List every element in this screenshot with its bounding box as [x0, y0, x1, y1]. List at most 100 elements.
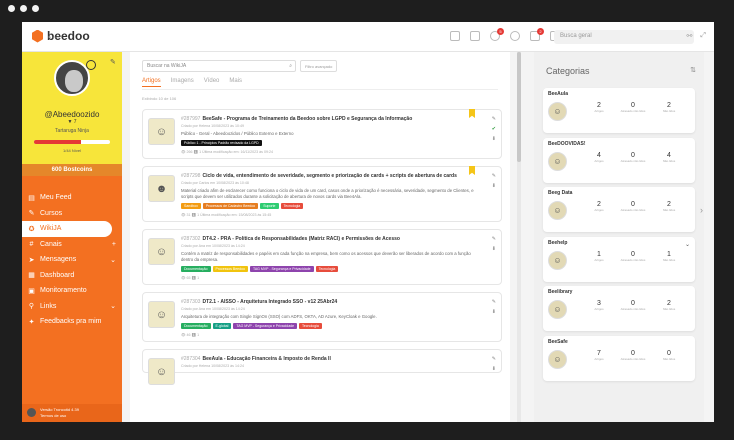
tag-badge[interactable]: Tecnologia — [299, 323, 322, 329]
category-bee-icon: ☺ — [548, 102, 567, 121]
article-heading: #287304 BeeAula - Educação Financeira & I… — [181, 356, 481, 362]
article-footer-stats: 👁 266 ⬇ 1 Última modificação em: 16/11/2… — [181, 150, 273, 154]
edit-icon[interactable]: ✎ — [492, 173, 496, 179]
grid-icon[interactable] — [470, 31, 480, 41]
stat-value: 2 — [597, 102, 601, 109]
tag-badge[interactable]: Documentação — [181, 323, 211, 329]
pin-icon[interactable]: ⬇ — [492, 366, 496, 372]
category-stat-artigos: 7 Artigos — [581, 350, 617, 361]
sidebar: ✎ @Abeedoozido ▼ 7 Tartaruga Ninja 1/44 … — [22, 52, 122, 422]
tag-badge[interactable]: E-global — [212, 323, 232, 329]
article-title[interactable]: BeeSafe - Programa de Treinamento da Bee… — [202, 116, 412, 122]
category-card[interactable]: Beehelp ☺ 1 Artigos 0 Atrasado não lidos 1 Não … — [543, 236, 695, 282]
layout-icon[interactable] — [450, 31, 460, 41]
article-card[interactable]: ☻ #287298 Ciclo de vida, entendimento de s… — [142, 166, 502, 222]
article-card[interactable]: ☺ #287303 DT2.1 - AISSO - Arquitetura Inte… — [142, 292, 502, 342]
pin-icon[interactable]: ⬇ — [492, 183, 496, 189]
wiki-search-input[interactable]: Buscar na WikiJA ⌕ — [142, 60, 296, 72]
edit-icon[interactable]: ✎ — [492, 356, 496, 362]
window-dot[interactable] — [8, 5, 15, 12]
sidebar-item-label: Monitoramento — [40, 287, 87, 295]
global-search-input[interactable]: Busca geral — [554, 30, 694, 44]
pin-icon[interactable]: ⬇ — [492, 136, 496, 142]
wiki-search-row: Buscar na WikiJA ⌕ Filtro avançado — [142, 60, 338, 72]
graduation-icon: ✎ — [28, 210, 35, 218]
window-dot[interactable] — [20, 5, 27, 12]
tab-mais[interactable]: Mais — [229, 78, 242, 87]
user-icon[interactable] — [510, 31, 520, 41]
article-title[interactable]: DT4.2 - PRA - Política de Responsabilida… — [202, 236, 399, 242]
sidebar-item-extra-icon[interactable]: ⌄ — [110, 256, 116, 264]
tag-badge[interactable]: Tecnologia — [280, 203, 304, 209]
tag-badge[interactable]: Público 1 - Princípios Padrão revisado d… — [181, 140, 262, 146]
pin-icon[interactable]: ⬇ — [492, 246, 496, 252]
category-stat-nao_lidos: 1 Não lidos — [651, 251, 687, 262]
tag-badge[interactable]: Suporte — [260, 203, 279, 209]
chevron-down-icon[interactable]: ⌄ — [685, 241, 690, 248]
sort-icon[interactable]: ⇅ — [690, 66, 696, 74]
tag-badge[interactable]: Processos Beedoo — [212, 266, 248, 272]
scrollbar-thumb[interactable] — [517, 52, 521, 162]
scrollbar[interactable] — [517, 52, 521, 422]
edit-profile-icon[interactable]: ✎ — [110, 58, 116, 66]
sidebar-item-wikija[interactable]: ✪ WikiJA — [22, 221, 112, 237]
article-card[interactable]: ☺ #287302 DT4.2 - PRA - Política de Respon… — [142, 229, 502, 285]
sidebar-item-feedbacks-pra-mim[interactable]: ✦ Feedbacks pra mim — [22, 314, 122, 330]
article-card[interactable]: ☺ #287997 BeeSafe - Programa de Treinament… — [142, 109, 502, 159]
article-thumbnail: ☺ — [148, 118, 175, 145]
sidebar-item-links[interactable]: ⚲ Links ⌄ — [22, 299, 122, 315]
search-icon[interactable]: ⌕ — [289, 63, 292, 69]
category-card[interactable]: Beelibrary ☺ 3 Artigos 0 Atrasado não lidos 2 N… — [543, 286, 695, 331]
pin-icon[interactable]: ⬇ — [492, 309, 496, 315]
logo[interactable]: beedoo — [32, 29, 90, 43]
sidebar-item-meu-feed[interactable]: ▤ Meu Feed — [22, 190, 122, 206]
tag-badge[interactable]: Tecnologia — [315, 266, 339, 272]
category-card[interactable]: BeeSafe ☺ 7 Artigos 0 Atrasado não lidos 0 Não … — [543, 335, 695, 381]
article-title[interactable]: BeeAula - Educação Financeira & Imposto … — [202, 356, 330, 362]
edit-icon[interactable]: ✎ — [492, 116, 496, 122]
expand-icon[interactable]: ⤢ — [700, 32, 706, 40]
article-title[interactable]: Ciclo de vida, entendimento de severidad… — [202, 173, 456, 179]
profile-title: Tartaruga Ninja — [55, 128, 89, 134]
chevron-right-icon[interactable]: › — [700, 205, 703, 215]
tab-artigos[interactable]: Artigos — [142, 78, 161, 87]
sidebar-item-extra-icon[interactable]: + — [112, 241, 116, 248]
tab-imagens[interactable]: Imagens — [171, 78, 194, 87]
article-heading: #287997 BeeSafe - Programa de Treinamento… — [181, 116, 481, 122]
tag-badge[interactable]: Processos de Cadastro Beedoo — [202, 203, 259, 209]
sidebar-item-mensagens[interactable]: ➤ Mensagens ⌄ — [22, 252, 122, 268]
category-name: Beelibrary — [548, 289, 573, 295]
tag-badge[interactable]: Documentação — [181, 266, 211, 272]
article-tags: Documentação Processos Beedoo TAG MVP - Se… — [181, 266, 481, 272]
stat-value: 2 — [667, 102, 671, 109]
article-title[interactable]: DT2.1 - AISSO - Arquitetura Integrado SS… — [202, 299, 337, 305]
tag-badge[interactable]: Sandbox — [181, 203, 201, 209]
article-tags: Sandbox Processos de Cadastro Beedoo Supor… — [181, 203, 481, 209]
level-progress-fill — [34, 140, 82, 144]
stat-label: Artigos — [594, 109, 604, 113]
article-card[interactable]: ☺ #287304 BeeAula - Educação Financeira & … — [142, 349, 502, 385]
sidebar-item-canais[interactable]: # Canais + — [22, 237, 122, 253]
article-tags: Documentação E-global TAG MVP - Segurança … — [181, 323, 481, 329]
category-card[interactable]: BeeDOOVIDAS! ☺ 4 Artigos 0 Atrasado não lidos… — [543, 137, 695, 183]
category-stat-nao_lidos: 4 Não lidos — [651, 152, 687, 163]
tab-vídeo[interactable]: Vídeo — [204, 78, 220, 87]
terms-link[interactable]: Termos de uso — [40, 413, 122, 419]
company-avatar — [27, 408, 36, 417]
sidebar-item-cursos[interactable]: ✎ Cursos — [22, 206, 122, 222]
tag-badge[interactable]: TAG MVP - Segurança e Privacidade — [249, 266, 314, 272]
link-icon[interactable]: ⚯ — [687, 32, 693, 40]
avatar[interactable] — [54, 60, 90, 96]
edit-icon[interactable]: ✎ — [492, 299, 496, 305]
sidebar-item-dashboard[interactable]: ▦ Dashboard — [22, 268, 122, 284]
sidebar-item-extra-icon[interactable]: ⌄ — [110, 302, 116, 310]
category-card[interactable]: Beeg Data ☺ 2 Artigos 0 Atrasado não lidos 2 Nã… — [543, 187, 703, 232]
bell-icon[interactable]: 5 — [490, 28, 504, 41]
tag-badge[interactable]: TAG MVP - Segurança e Privacidade — [233, 323, 298, 329]
edit-icon[interactable]: ✎ — [492, 236, 496, 242]
chat-icon[interactable]: 2 — [530, 28, 544, 41]
advanced-filter-button[interactable]: Filtro avançado — [300, 60, 338, 72]
window-dot[interactable] — [32, 5, 39, 12]
category-card[interactable]: BeeAula ☺ 2 Artigos 0 Atrasado não lidos 2 Não … — [543, 88, 695, 133]
sidebar-item-monitoramento[interactable]: ▣ Monitoramento — [22, 283, 122, 299]
